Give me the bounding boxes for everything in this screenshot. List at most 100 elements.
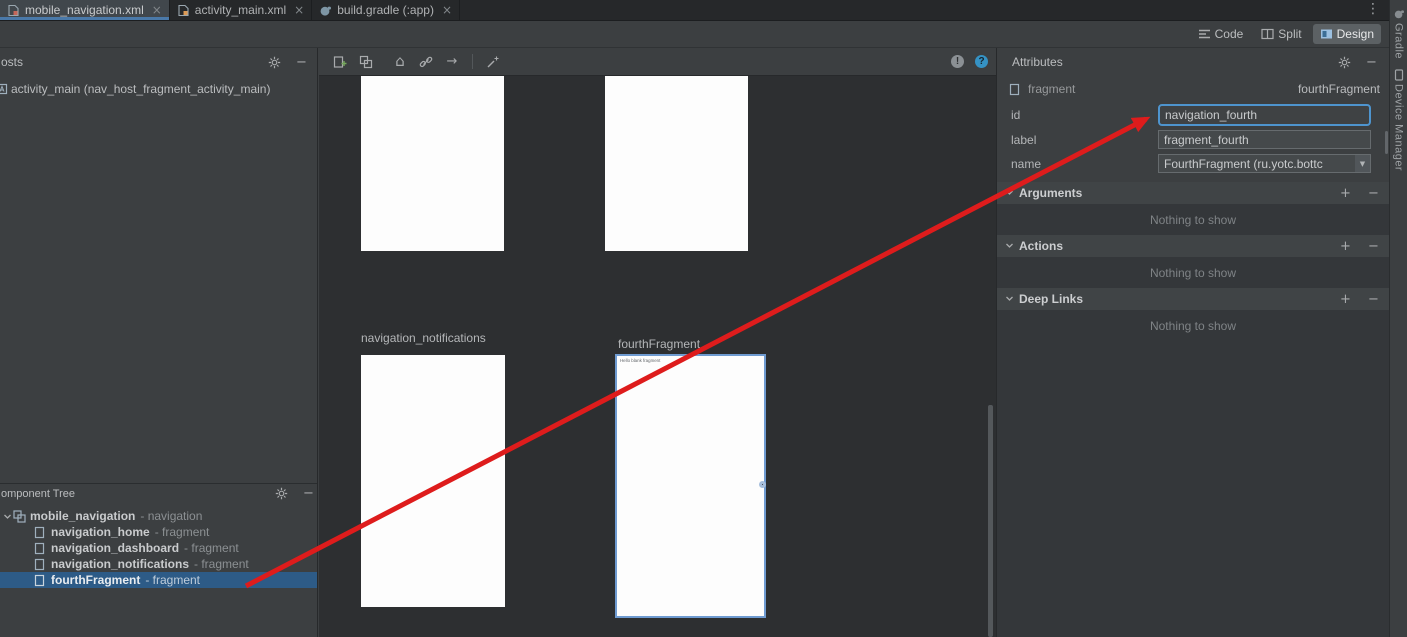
nested-graph-icon[interactable] (358, 54, 374, 70)
name-dropdown-value: FourthFragment (ru.yotc.bottc (1164, 157, 1355, 171)
device-manager-tool-button[interactable]: Device Manager (1393, 84, 1405, 171)
remove-icon[interactable]: − (1366, 186, 1381, 201)
attributes-scrollbar[interactable] (1385, 131, 1388, 154)
tree-item-type: - fragment (155, 525, 210, 539)
attributes-header: Attributes − (997, 48, 1389, 76)
component-tree-panel: omponent Tree − mobile_navigation (0, 483, 318, 637)
label-label: label (1011, 133, 1036, 147)
host-item-activity-main[interactable]: activity_main (nav_host_fragment_activit… (0, 80, 317, 98)
attributes-empty-area (997, 341, 1389, 637)
connection-handle[interactable] (759, 481, 766, 488)
minimize-icon[interactable]: − (294, 55, 309, 70)
tree-item-navigation-home[interactable]: navigation_home - fragment (0, 524, 318, 540)
remove-icon[interactable]: − (1366, 292, 1381, 307)
gear-icon[interactable] (274, 486, 289, 501)
fragment-preview-notifications[interactable] (361, 355, 505, 607)
auto-arrange-icon[interactable] (485, 54, 501, 70)
link-icon[interactable] (418, 54, 434, 70)
tree-item-name: fourthFragment (51, 573, 140, 587)
editor-toolbar: Code Split Design (0, 21, 1389, 48)
component-type-value: fourthFragment (1298, 82, 1380, 96)
gear-icon[interactable] (1337, 55, 1352, 70)
add-icon[interactable]: + (1338, 239, 1353, 254)
design-canvas[interactable]: navigation_notifications fourthFragment … (319, 76, 996, 637)
chevron-down-icon[interactable] (1005, 292, 1014, 306)
tree-item-navigation-dashboard[interactable]: navigation_dashboard - fragment (0, 540, 318, 556)
warnings-icon[interactable]: ! (951, 55, 964, 68)
id-label: id (1011, 108, 1020, 122)
xml-file-icon (177, 4, 190, 17)
arguments-section-title: Arguments (1019, 186, 1082, 200)
action-arrow-icon[interactable]: → (444, 54, 460, 70)
device-manager-icon[interactable] (1394, 69, 1404, 81)
close-icon[interactable]: × (152, 4, 162, 16)
tab-label: build.gradle (:app) (337, 3, 434, 17)
actions-section-title: Actions (1019, 239, 1063, 253)
label-attribute-row: label (997, 128, 1389, 152)
fragment-preview-2[interactable] (605, 76, 748, 251)
fragment-icon (34, 526, 48, 539)
name-label: name (1011, 157, 1041, 171)
tab-build-gradle[interactable]: build.gradle (:app) × (312, 0, 460, 20)
deep-links-section-title: Deep Links (1019, 292, 1083, 306)
close-icon[interactable]: × (294, 4, 304, 16)
add-destination-icon[interactable] (332, 54, 348, 70)
combo-arrow-icon[interactable]: ▼ (1355, 155, 1370, 172)
help-icon[interactable]: ? (975, 55, 988, 68)
tree-item-mobile-navigation[interactable]: mobile_navigation - navigation (0, 508, 318, 524)
design-icon (1320, 28, 1333, 41)
add-icon[interactable]: + (1338, 186, 1353, 201)
tree-item-name: mobile_navigation (30, 509, 135, 523)
split-view-button[interactable]: Split (1254, 24, 1308, 44)
tree-item-type: - fragment (194, 557, 249, 571)
id-input[interactable] (1158, 104, 1371, 126)
minimize-icon[interactable]: − (301, 486, 316, 501)
deep-links-section-header[interactable]: Deep Links + − (997, 288, 1389, 310)
tree-item-navigation-notifications[interactable]: navigation_notifications - fragment (0, 556, 318, 572)
tab-mobile-navigation-xml[interactable]: mobile_navigation.xml × (0, 0, 170, 20)
home-icon[interactable]: ⌂ (392, 54, 408, 70)
label-input[interactable] (1158, 130, 1371, 149)
split-view-label: Split (1278, 27, 1301, 41)
component-type-row: fragment fourthFragment (997, 76, 1389, 102)
minimize-icon[interactable]: − (1364, 55, 1379, 70)
close-icon[interactable]: × (442, 4, 452, 16)
gradle-file-icon (319, 4, 332, 17)
fragment-label-notifications[interactable]: navigation_notifications (361, 331, 486, 345)
fragment-preview-1[interactable] (361, 76, 504, 251)
gear-icon[interactable] (267, 55, 282, 70)
design-view-button[interactable]: Design (1313, 24, 1381, 44)
chevron-down-icon[interactable] (1005, 186, 1014, 200)
tree-item-name: navigation_notifications (51, 557, 189, 571)
component-tree-header: omponent Tree − (0, 484, 318, 503)
chevron-down-icon[interactable] (1005, 239, 1014, 253)
component-type-label: fragment (1028, 82, 1075, 96)
code-view-button[interactable]: Code (1191, 24, 1251, 44)
gradle-icon[interactable] (1393, 8, 1405, 20)
arguments-section-header[interactable]: Arguments + − (997, 182, 1389, 204)
hosts-panel-title: osts (1, 55, 267, 69)
android-studio-window: mobile_navigation.xml × activity_main.xm… (0, 0, 1407, 637)
component-tree-title: omponent Tree (1, 488, 274, 500)
name-dropdown[interactable]: FourthFragment (ru.yotc.bottc ▼ (1158, 154, 1371, 173)
actions-section-header[interactable]: Actions + − (997, 235, 1389, 257)
canvas-scrollbar[interactable] (988, 405, 993, 637)
tab-activity-main-xml[interactable]: activity_main.xml × (170, 0, 312, 20)
add-icon[interactable]: + (1338, 292, 1353, 307)
more-options-icon[interactable]: ⋮ (1366, 2, 1380, 16)
chevron-expanded-icon[interactable] (2, 512, 13, 521)
tree-item-fourth-fragment[interactable]: fourthFragment - fragment (0, 572, 318, 588)
component-tree-list: mobile_navigation - navigation navigatio… (0, 508, 318, 588)
fragment-preview-fourth[interactable]: Hello blank fragment (615, 354, 766, 618)
navigation-graph-icon (13, 510, 27, 523)
fragment-label-fourth[interactable]: fourthFragment (618, 337, 700, 351)
fragment-icon (34, 542, 48, 555)
id-attribute-row: id (997, 102, 1389, 128)
hosts-panel-header: osts − (0, 48, 317, 76)
gradle-tool-button[interactable]: Gradle (1393, 23, 1405, 59)
arguments-empty-text: Nothing to show (997, 204, 1389, 235)
fragment-icon (1009, 83, 1022, 96)
tree-item-name: navigation_dashboard (51, 541, 179, 555)
fragment-icon (34, 574, 48, 587)
remove-icon[interactable]: − (1366, 239, 1381, 254)
